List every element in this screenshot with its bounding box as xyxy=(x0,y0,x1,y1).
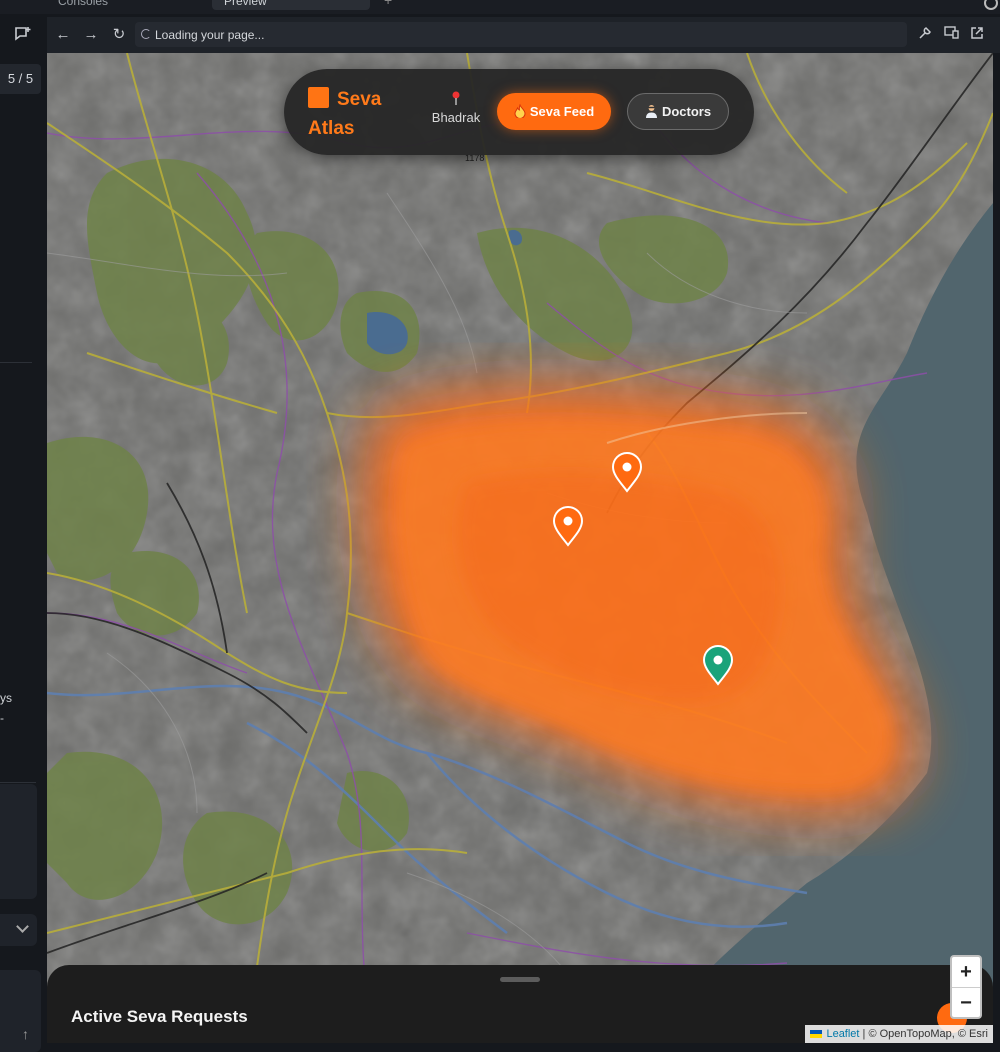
map-viewport[interactable]: 1178 Seva Atlas Bhadrak Seva Feed Doctor… xyxy=(47,53,993,1043)
rail-input[interactable]: ↑ xyxy=(0,970,41,1052)
fire-icon xyxy=(514,95,526,132)
rail-panel xyxy=(0,784,37,899)
seva-feed-button[interactable]: Seva Feed xyxy=(497,93,611,130)
new-tab-icon[interactable]: + xyxy=(384,0,392,8)
back-arrow-icon[interactable]: ← xyxy=(53,25,73,45)
zoom-in-button[interactable]: + xyxy=(952,957,980,988)
new-chat-icon[interactable] xyxy=(14,26,34,44)
address-bar[interactable]: Loading your page... xyxy=(135,22,907,47)
rail-select[interactable] xyxy=(0,914,37,946)
loading-spinner-icon xyxy=(141,29,151,39)
open-external-icon[interactable] xyxy=(969,26,985,42)
rail-text-fragment: - xyxy=(0,711,4,725)
send-arrow-icon[interactable]: ↑ xyxy=(22,1026,29,1042)
reload-icon[interactable]: ↻ xyxy=(109,25,129,45)
search-icon[interactable] xyxy=(984,0,998,10)
rail-text-fragment: ys xyxy=(0,691,12,705)
brand[interactable]: Seva Atlas xyxy=(308,85,408,143)
location-pin-icon xyxy=(452,91,460,105)
forward-arrow-icon[interactable]: → xyxy=(81,25,101,45)
location-label: Bhadrak xyxy=(431,110,481,125)
doctors-button[interactable]: Doctors xyxy=(627,93,729,130)
attribution-text: | © OpenTopoMap, © Esri xyxy=(862,1028,988,1040)
doctor-icon xyxy=(645,96,658,131)
tab-preview[interactable]: Preview xyxy=(212,0,370,10)
divider xyxy=(0,362,32,363)
logo-icon xyxy=(308,87,329,108)
tab-consoles[interactable]: Consoles xyxy=(58,0,108,10)
sheet-drag-handle[interactable] xyxy=(500,977,540,982)
divider xyxy=(0,782,36,783)
ide-left-rail: 5 / 5 ys - ↑ xyxy=(0,14,46,1052)
ide-tab-strip: Consoles Preview + xyxy=(0,0,1000,14)
doctors-label: Doctors xyxy=(661,104,712,119)
sheet-title: Active Seva Requests xyxy=(71,1007,248,1026)
app-header: Seva Atlas Bhadrak Seva Feed Doctors xyxy=(284,69,754,155)
seva-feed-label: Seva Feed xyxy=(529,104,595,119)
location-indicator[interactable]: Bhadrak xyxy=(428,91,484,127)
devices-icon[interactable] xyxy=(943,26,959,42)
zoom-control: + − xyxy=(950,955,982,1019)
address-text: Loading your page... xyxy=(155,28,265,42)
zoom-out-button[interactable]: − xyxy=(952,988,980,1018)
wrench-icon[interactable] xyxy=(917,26,933,42)
map-attribution: Leaflet | © OpenTopoMap, © Esri xyxy=(805,1025,993,1043)
ukraine-flag-icon xyxy=(810,1030,823,1038)
page-count[interactable]: 5 / 5 xyxy=(0,64,41,94)
map-tiles: 1178 xyxy=(47,53,993,1043)
chevron-down-icon xyxy=(16,920,29,933)
browser-toolbar: ← → ↻ Loading your page... xyxy=(47,17,1000,53)
leaflet-link[interactable]: Leaflet xyxy=(826,1028,859,1040)
